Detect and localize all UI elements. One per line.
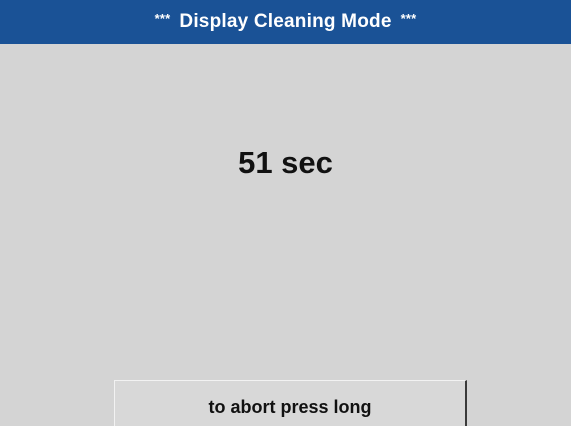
display-screen: *** Display Cleaning Mode *** 51 sec to …: [0, 0, 571, 426]
abort-button[interactable]: to abort press long: [114, 380, 467, 426]
abort-button-label: to abort press long: [208, 397, 372, 417]
page-title: Display Cleaning Mode: [179, 11, 392, 32]
title-bar: *** Display Cleaning Mode ***: [0, 0, 571, 44]
title-stars-left: ***: [154, 10, 171, 26]
title-stars-right: ***: [400, 10, 417, 26]
countdown-timer: 51 sec: [238, 145, 333, 180]
